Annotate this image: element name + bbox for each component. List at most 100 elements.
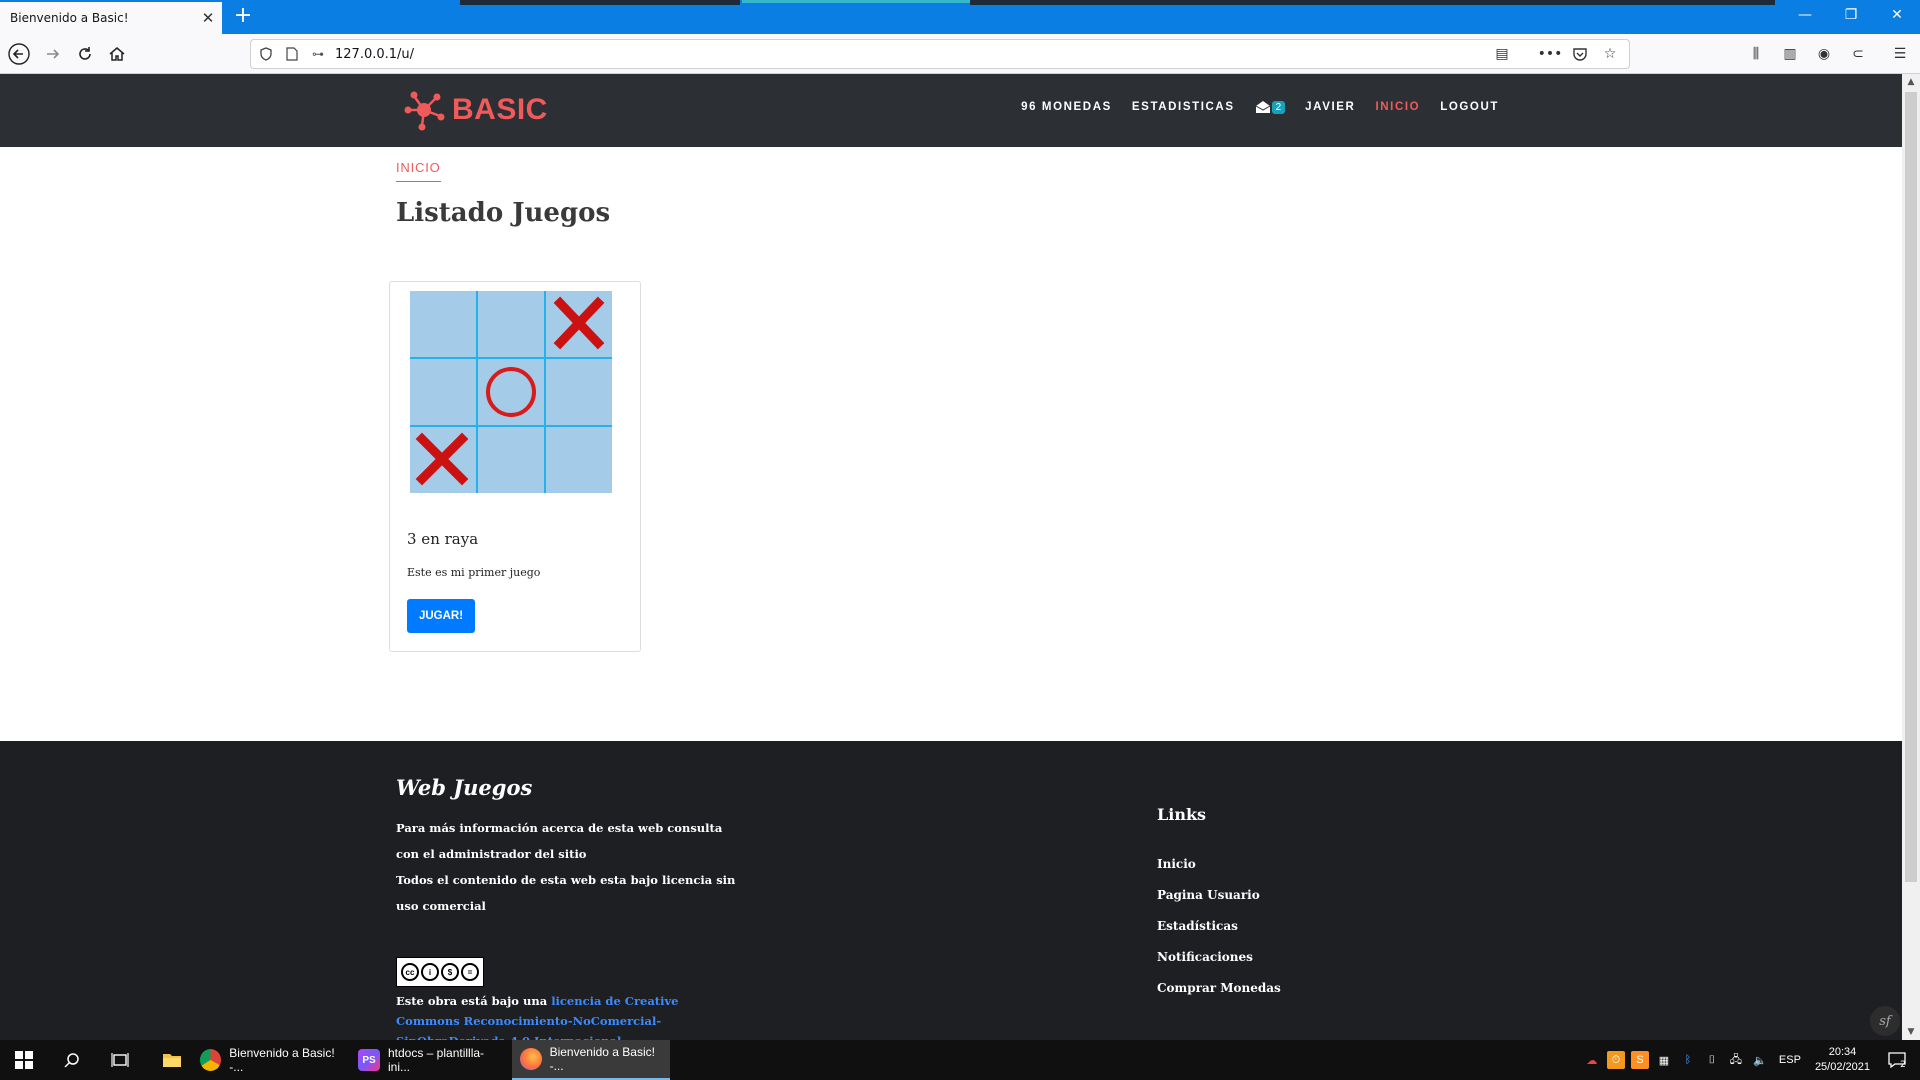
volume-icon[interactable]: 🔈 xyxy=(1751,1051,1769,1069)
vmware-icon[interactable]: ▦ xyxy=(1655,1051,1673,1069)
windows-start-icon[interactable] xyxy=(0,1040,48,1080)
back-icon[interactable] xyxy=(4,40,34,68)
minimize-icon[interactable]: — xyxy=(1782,0,1828,34)
taskbar-app-label: Bienvenido a Basic! -... xyxy=(229,1046,335,1074)
usb-icon[interactable]: ⌷ xyxy=(1703,1051,1721,1069)
messages-badge: 2 xyxy=(1271,100,1286,114)
cc-nc-icon: $ xyxy=(441,963,459,981)
sidebar-icon[interactable]: ▥ xyxy=(1776,40,1804,68)
game-title: 3 en raya xyxy=(407,530,479,548)
shield-icon[interactable] xyxy=(255,44,277,64)
titlebar-stripe xyxy=(460,0,740,5)
nav-stats[interactable]: ESTADISTICAS xyxy=(1132,101,1235,113)
creative-commons-badge-icon[interactable]: cc i $ = xyxy=(396,957,484,987)
symfony-toolbar-icon[interactable]: sf xyxy=(1870,1006,1900,1036)
site-logo[interactable]: BASIC xyxy=(400,88,548,132)
nav-logout[interactable]: LOGOUT xyxy=(1440,101,1499,113)
titlebar-stripe xyxy=(970,0,1775,5)
page-icon[interactable] xyxy=(281,44,303,64)
footer-link-estadisticas[interactable]: Estadísticas xyxy=(1157,919,1281,950)
tic-tac-toe-image xyxy=(410,291,612,493)
tab-loading-indicator xyxy=(742,0,970,3)
cc-icon: cc xyxy=(401,963,419,981)
play-button[interactable]: JUGAR! xyxy=(407,599,475,633)
key-icon[interactable]: ⊶ xyxy=(307,44,329,64)
taskbar-app-firefox[interactable]: Bienvenido a Basic! -... xyxy=(512,1040,670,1080)
nav-messages[interactable]: 2 xyxy=(1255,100,1286,114)
footer-link-pagina-usuario[interactable]: Pagina Usuario xyxy=(1157,888,1281,919)
close-tab-icon[interactable]: ✕ xyxy=(194,9,222,27)
bookmark-star-icon[interactable]: ☆ xyxy=(1599,44,1621,64)
footer-links: Inicio Pagina Usuario Estadísticas Notif… xyxy=(1157,857,1281,1012)
footer-license: Este obra está bajo una licencia de Crea… xyxy=(396,991,736,1040)
taskbar-app-label: htdocs – plantillla-ini... xyxy=(387,1046,485,1074)
game-card: 3 en raya Este es mi primer juego JUGAR! xyxy=(389,281,641,652)
browser-titlebar: Bienvenido a Basic! ✕ + — ❐ ✕ xyxy=(0,0,1920,34)
page-actions-icon[interactable]: ••• xyxy=(1538,44,1563,64)
clock-date: 25/02/2021 xyxy=(1814,1061,1870,1073)
taskbar-app-phpstorm[interactable]: PS htdocs – plantillla-ini... xyxy=(350,1040,506,1080)
footer-link-inicio[interactable]: Inicio xyxy=(1157,857,1281,888)
tray-app-icon[interactable]: ⏱ xyxy=(1606,1051,1625,1069)
forward-icon[interactable] xyxy=(38,40,68,68)
library-icon[interactable]: ⫼ xyxy=(1742,40,1770,68)
page-scrollbar[interactable]: ▲ ▼ xyxy=(1902,74,1920,1040)
address-bar[interactable]: ⊶ 127.0.0.1/u/ ▤ ••• ☆ xyxy=(250,39,1630,69)
footer-title: Web Juegos xyxy=(396,775,533,800)
firefox-icon xyxy=(520,1048,542,1070)
file-explorer-icon[interactable] xyxy=(152,1040,192,1080)
account-icon[interactable]: ◉ xyxy=(1810,40,1838,68)
footer-link-comprar-monedas[interactable]: Comprar Monedas xyxy=(1157,981,1281,1012)
site-header: BASIC 96 MONEDAS ESTADISTICAS 2 JAVIER I… xyxy=(0,74,1902,147)
bluetooth-icon[interactable]: ᛒ xyxy=(1679,1051,1697,1069)
reader-view-icon[interactable]: ▤ xyxy=(1491,44,1513,64)
footer-text-license-note: Todos el contenido de esta web esta bajo… xyxy=(396,873,736,913)
url-text: 127.0.0.1/u/ xyxy=(335,46,415,62)
cc-nd-icon: = xyxy=(461,963,479,981)
taskbar: Bienvenido a Basic! -... PS htdocs – pla… xyxy=(0,1040,1920,1080)
notification-center-icon[interactable]: 2 xyxy=(1874,1040,1920,1080)
clock[interactable]: 20:34 25/02/2021 xyxy=(1815,1045,1870,1075)
browser-toolbar: ⊶ 127.0.0.1/u/ ▤ ••• ☆ ⫼ ▥ ◉ ⊂ ☰ xyxy=(0,34,1920,74)
reload-icon[interactable] xyxy=(70,40,100,68)
web-page: BASIC 96 MONEDAS ESTADISTICAS 2 JAVIER I… xyxy=(0,74,1902,1040)
search-icon[interactable] xyxy=(48,1040,96,1080)
chrome-icon xyxy=(200,1049,222,1071)
footer-link-notificaciones[interactable]: Notificaciones xyxy=(1157,950,1281,981)
footer-text: Para más información acerca de esta web … xyxy=(396,815,736,919)
page-title: Listado Juegos xyxy=(396,198,611,228)
phpstorm-icon: PS xyxy=(358,1049,380,1071)
network-icon[interactable]: 🖧 xyxy=(1727,1051,1745,1069)
browser-tab-title: Bienvenido a Basic! xyxy=(10,11,129,25)
license-prefix: Este obra está bajo una xyxy=(396,994,548,1008)
game-description: Este es mi primer juego xyxy=(407,566,541,579)
site-footer: Web Juegos Para más información acerca d… xyxy=(0,741,1902,1040)
language-indicator[interactable]: ESP xyxy=(1779,1054,1801,1066)
menu-icon[interactable]: ☰ xyxy=(1886,40,1914,68)
restore-icon[interactable]: ❐ xyxy=(1828,0,1874,34)
home-icon[interactable] xyxy=(102,40,132,68)
task-view-icon[interactable] xyxy=(96,1040,144,1080)
new-tab-icon[interactable]: + xyxy=(230,4,256,30)
breadcrumb[interactable]: INICIO xyxy=(396,160,441,182)
taskbar-app-chrome[interactable]: Bienvenido a Basic! -... xyxy=(192,1040,348,1080)
pocket-icon[interactable] xyxy=(1569,44,1591,64)
scroll-down-icon[interactable]: ▼ xyxy=(1902,1024,1920,1040)
extension-icon[interactable]: ⊂ xyxy=(1844,40,1872,68)
footer-links-title: Links xyxy=(1157,805,1207,824)
scrollbar-thumb[interactable] xyxy=(1905,92,1917,882)
nav-home[interactable]: INICIO xyxy=(1375,101,1420,113)
cloud-icon[interactable]: ☁ xyxy=(1583,1051,1601,1069)
molecule-logo-icon xyxy=(404,91,445,131)
sublime-icon[interactable]: S xyxy=(1630,1051,1649,1069)
browser-tab[interactable]: Bienvenido a Basic! ✕ xyxy=(0,2,222,34)
logo-text: BASIC xyxy=(452,93,548,126)
envelope-icon xyxy=(1255,101,1270,113)
taskbar-app-label: Bienvenido a Basic! -... xyxy=(549,1045,655,1073)
window-controls: — ❐ ✕ xyxy=(1782,0,1920,34)
footer-text-info: Para más información acerca de esta web … xyxy=(396,821,723,861)
nav-coins[interactable]: 96 MONEDAS xyxy=(1021,101,1112,113)
close-window-icon[interactable]: ✕ xyxy=(1874,0,1920,34)
scroll-up-icon[interactable]: ▲ xyxy=(1902,74,1920,90)
nav-user[interactable]: JAVIER xyxy=(1305,101,1355,113)
